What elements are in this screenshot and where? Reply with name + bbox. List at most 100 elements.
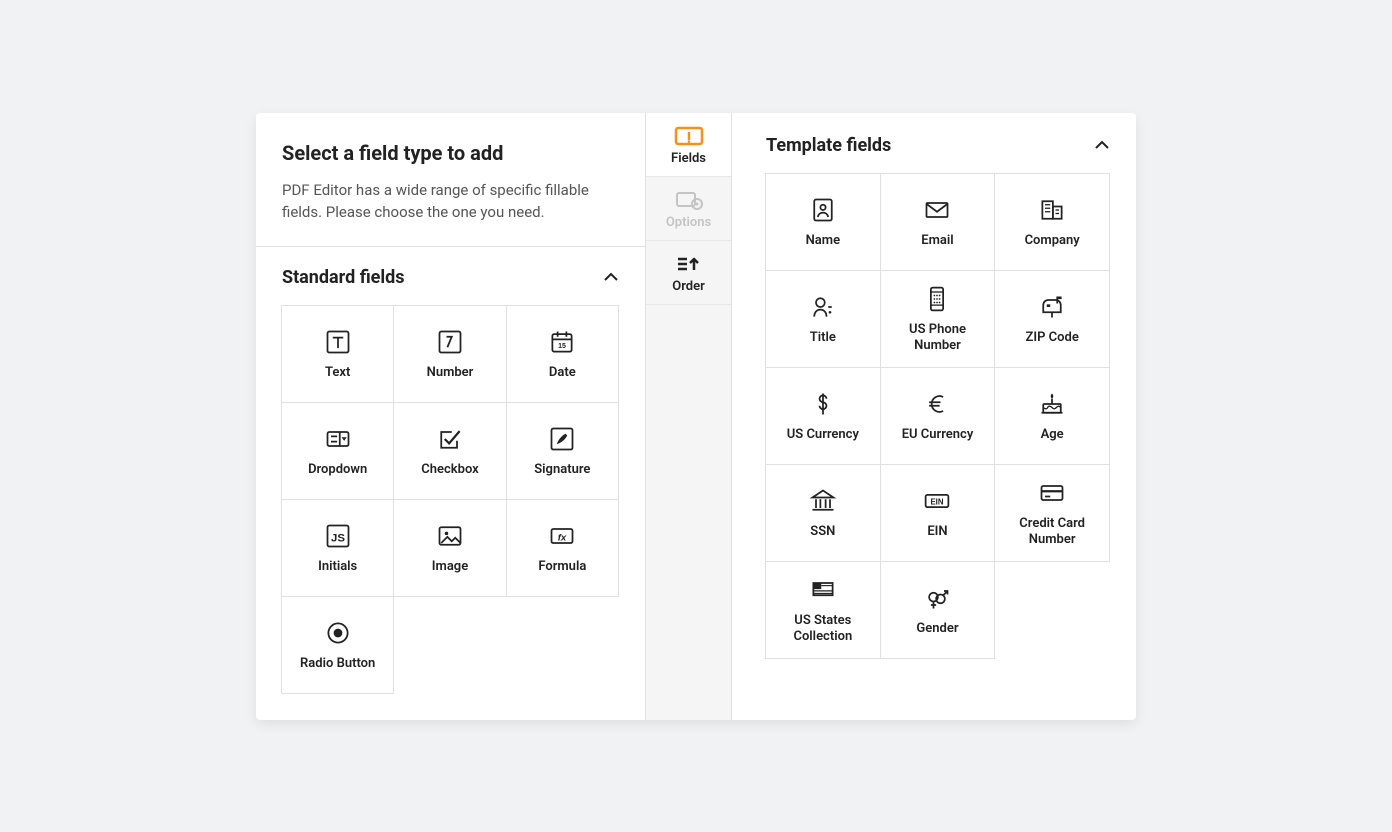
svg-text:15: 15 [558, 343, 566, 350]
field-text[interactable]: Text [281, 305, 394, 403]
flag-icon [808, 575, 838, 605]
field-text-label: Text [325, 365, 350, 381]
field-initials-label: Initials [318, 559, 357, 575]
fields-icon [672, 125, 706, 147]
field-us-currency-label: US Currency [787, 427, 859, 443]
field-image[interactable]: Image [393, 499, 506, 597]
field-ssn[interactable]: SSN [765, 464, 881, 562]
field-formula[interactable]: fx Formula [506, 499, 619, 597]
chevron-up-icon [1094, 140, 1110, 150]
field-name[interactable]: Name [765, 173, 881, 271]
template-fields-title: Template fields [766, 135, 891, 156]
order-icon [672, 253, 706, 275]
field-us-states[interactable]: US States Collection [765, 561, 881, 659]
rail-order[interactable]: Order [646, 241, 731, 305]
field-us-phone[interactable]: US Phone Number [880, 270, 996, 368]
field-date[interactable]: 15 Date [506, 305, 619, 403]
header-block: Select a field type to add PDF Editor ha… [256, 113, 645, 247]
field-email[interactable]: Email [880, 173, 996, 271]
svg-text:EIN: EIN [931, 497, 944, 506]
field-date-label: Date [549, 365, 576, 381]
radio-icon [323, 618, 353, 648]
field-title-label: Title [810, 330, 836, 346]
field-radio-button-label: Radio Button [300, 656, 375, 672]
dollar-icon [808, 389, 838, 419]
text-icon [323, 327, 353, 357]
svg-text:JS: JS [331, 532, 345, 544]
template-fields-header[interactable]: Template fields [732, 113, 1136, 174]
right-column: Template fields Name Email [732, 113, 1136, 720]
checkbox-icon [435, 424, 465, 454]
svg-text:fx: fx [558, 532, 567, 543]
template-fields-grid: Name Email Company [732, 174, 1136, 685]
field-checkbox-label: Checkbox [421, 462, 479, 478]
field-gender[interactable]: Gender [880, 561, 996, 659]
credit-card-icon [1037, 478, 1067, 508]
field-credit-card-label: Credit Card Number [1001, 516, 1103, 547]
field-image-label: Image [432, 559, 468, 575]
field-zip-code[interactable]: ZIP Code [994, 270, 1110, 368]
field-company-label: Company [1025, 233, 1080, 249]
field-eu-currency[interactable]: EU Currency [880, 367, 996, 465]
field-name-label: Name [806, 233, 840, 249]
rail-fields[interactable]: Fields [646, 113, 731, 177]
mailbox-icon [1037, 292, 1067, 322]
field-number[interactable]: Number [393, 305, 506, 403]
page-description: PDF Editor has a wide range of specific … [282, 179, 619, 224]
field-signature-label: Signature [534, 462, 590, 478]
field-signature[interactable]: Signature [506, 402, 619, 500]
field-us-states-label: US States Collection [772, 613, 874, 644]
field-age-label: Age [1041, 427, 1064, 443]
standard-fields-title: Standard fields [282, 267, 405, 288]
rail-options-label: Options [666, 215, 711, 230]
gender-icon [922, 583, 952, 613]
number-icon [435, 327, 465, 357]
cake-icon [1037, 389, 1067, 419]
email-icon [922, 195, 952, 225]
field-credit-card[interactable]: Credit Card Number [994, 464, 1110, 562]
dropdown-icon [323, 424, 353, 454]
field-formula-label: Formula [538, 559, 586, 575]
date-icon: 15 [547, 327, 577, 357]
field-zip-code-label: ZIP Code [1025, 330, 1078, 346]
bank-icon [808, 486, 838, 516]
field-number-label: Number [427, 365, 474, 381]
standard-fields-header[interactable]: Standard fields [256, 247, 645, 306]
company-icon [1037, 195, 1067, 225]
field-dropdown-label: Dropdown [308, 462, 367, 478]
euro-icon [922, 389, 952, 419]
name-icon [808, 195, 838, 225]
image-icon [435, 521, 465, 551]
formula-icon: fx [547, 521, 577, 551]
field-company[interactable]: Company [994, 173, 1110, 271]
rail-order-label: Order [672, 279, 705, 294]
rail-fields-label: Fields [671, 151, 706, 166]
rail-options: Options [646, 177, 731, 241]
chevron-up-icon [603, 272, 619, 282]
field-email-label: Email [921, 233, 953, 249]
page-title: Select a field type to add [282, 141, 619, 165]
field-checkbox[interactable]: Checkbox [393, 402, 506, 500]
ein-icon: EIN [922, 486, 952, 516]
left-column: Select a field type to add PDF Editor ha… [256, 113, 646, 720]
field-eu-currency-label: EU Currency [902, 427, 974, 443]
field-initials[interactable]: JS Initials [281, 499, 394, 597]
signature-icon [547, 424, 577, 454]
field-picker-window: Select a field type to add PDF Editor ha… [256, 113, 1136, 720]
standard-fields-grid: Text Number 15 Date [256, 306, 645, 720]
field-ssn-label: SSN [810, 524, 835, 540]
initials-icon: JS [323, 521, 353, 551]
field-us-phone-label: US Phone Number [887, 322, 989, 353]
field-title[interactable]: Title [765, 270, 881, 368]
side-rail: Fields Options Order [646, 113, 732, 720]
field-us-currency[interactable]: US Currency [765, 367, 881, 465]
field-radio-button[interactable]: Radio Button [281, 596, 394, 694]
field-ein-label: EIN [927, 524, 947, 540]
field-ein[interactable]: EIN EIN [880, 464, 996, 562]
options-icon [672, 189, 706, 211]
field-age[interactable]: Age [994, 367, 1110, 465]
title-icon [808, 292, 838, 322]
field-gender-label: Gender [916, 621, 958, 637]
phone-icon [922, 284, 952, 314]
field-dropdown[interactable]: Dropdown [281, 402, 394, 500]
